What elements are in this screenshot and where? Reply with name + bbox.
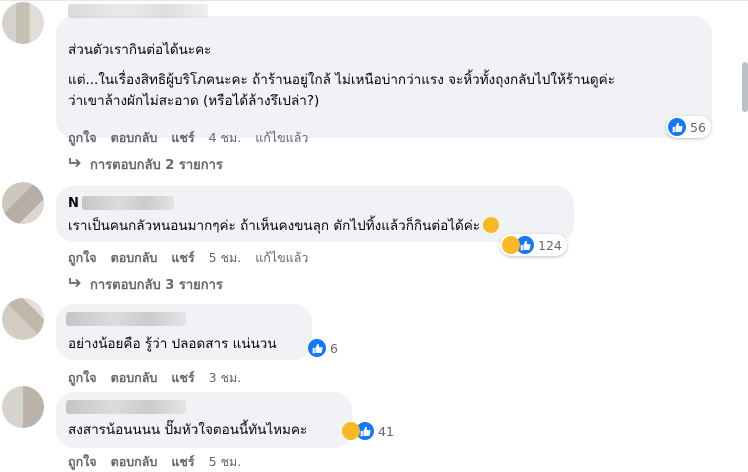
- top-divider: [0, 0, 748, 1]
- author-name-blurred[interactable]: [68, 4, 208, 18]
- timestamp[interactable]: 3 ชม.: [209, 368, 242, 388]
- reaction-summary[interactable]: 41: [340, 420, 399, 442]
- timestamp[interactable]: 5 ชม.: [209, 452, 242, 472]
- reaction-count: 41: [378, 423, 394, 439]
- like-link[interactable]: ถูกใจ: [68, 368, 97, 388]
- comment-actions: ถูกใจ ตอบกลับ แชร์ 3 ชม.: [68, 368, 255, 388]
- replies-label: การตอบกลับ 3 รายการ: [90, 278, 223, 293]
- reaction-summary[interactable]: 56: [666, 116, 711, 138]
- comment-text-line: ส่วนตัวเรากินต่อได้นะคะ: [68, 42, 212, 58]
- like-link[interactable]: ถูกใจ: [68, 452, 97, 472]
- comment-bubble: ส่วนตัวเรากินต่อได้นะคะ แต่...ในเรื่องสิ…: [56, 4, 712, 138]
- avatar[interactable]: [2, 386, 44, 428]
- reply-arrow-icon: [68, 157, 82, 173]
- comment-actions: ถูกใจ ตอบกลับ แชร์ 5 ชม.: [68, 452, 255, 472]
- timestamp[interactable]: 5 ชม.: [209, 248, 242, 268]
- comment-text: เราเป็นคนกลัวหนอนมากๆค่ะ ถ้าเห็นคงขนลุก …: [68, 218, 481, 234]
- share-link[interactable]: แชร์: [171, 368, 194, 388]
- scrollbar-thumb[interactable]: [742, 62, 748, 112]
- view-replies-link[interactable]: การตอบกลับ 2 รายการ: [68, 154, 223, 175]
- reaction-count: 56: [690, 119, 706, 135]
- like-link[interactable]: ถูกใจ: [68, 128, 97, 148]
- laughing-face-icon: [483, 217, 500, 233]
- reply-arrow-icon: [68, 277, 82, 293]
- comment-text-line: เราเป็นคนกลัวหนอนมากๆค่ะ ถ้าเห็นคงขนลุก …: [68, 216, 500, 237]
- reaction-summary[interactable]: 6: [306, 337, 343, 359]
- laughing-face-icon: [342, 422, 360, 440]
- share-link[interactable]: แชร์: [171, 128, 194, 148]
- share-link[interactable]: แชร์: [171, 248, 194, 268]
- avatar[interactable]: [2, 2, 44, 44]
- timestamp[interactable]: 4 ชม.: [209, 128, 242, 148]
- author-name-initial[interactable]: N: [68, 196, 79, 211]
- author-name-blurred[interactable]: [66, 312, 186, 326]
- author-name-blurred[interactable]: [82, 196, 174, 210]
- reply-link[interactable]: ตอบกลับ: [111, 452, 158, 472]
- view-replies-link[interactable]: การตอบกลับ 3 รายการ: [68, 274, 223, 295]
- reply-link[interactable]: ตอบกลับ: [111, 128, 158, 148]
- comment-bubble: N เราเป็นคนกลัวหนอนมากๆค่ะ ถ้าเห็นคงขนลุ…: [56, 186, 574, 242]
- reply-link[interactable]: ตอบกลับ: [111, 248, 158, 268]
- comment-text-line: สงสารน้อนนนน ปั๊มหัวใจตอนนี้ทันไหมคะ: [68, 422, 308, 438]
- reaction-count: 6: [330, 340, 338, 356]
- comment-actions: ถูกใจ ตอบกลับ แชร์ 4 ชม. แก้ไขแล้ว: [68, 128, 322, 148]
- author-name-blurred[interactable]: [66, 400, 186, 414]
- comment-text-line: อย่างน้อยคือ รู้ว่า ปลอดสาร แน่นวน: [68, 336, 277, 352]
- avatar[interactable]: [2, 182, 44, 224]
- thumbs-up-icon: [308, 339, 326, 357]
- edited-label[interactable]: แก้ไขแล้ว: [255, 128, 308, 148]
- replies-label: การตอบกลับ 2 รายการ: [90, 158, 223, 173]
- share-link[interactable]: แชร์: [171, 452, 194, 472]
- edited-label[interactable]: แก้ไขแล้ว: [255, 248, 308, 268]
- comment-bubble: สงสารน้อนนนน ปั๊มหัวใจตอนนี้ทันไหมคะ: [56, 392, 352, 448]
- like-link[interactable]: ถูกใจ: [68, 248, 97, 268]
- reaction-count: 124: [538, 237, 562, 253]
- comment-text-line: แต่...ในเรื่องสิทธิผู้บริโภคนะคะ ถ้าร้าน…: [68, 72, 615, 88]
- comment-text-line: ว่าเขาล้างผักไม่สะอาด (หรือได้ล้างรึเปล่…: [68, 93, 320, 109]
- comment-actions: ถูกใจ ตอบกลับ แชร์ 5 ชม. แก้ไขแล้ว: [68, 248, 322, 268]
- reaction-summary[interactable]: 124: [500, 234, 567, 256]
- thumbs-up-icon: [668, 118, 686, 136]
- reply-link[interactable]: ตอบกลับ: [111, 368, 158, 388]
- comment-bubble: อย่างน้อยคือ รู้ว่า ปลอดสาร แน่นวน: [56, 304, 312, 360]
- laughing-face-icon: [502, 236, 520, 254]
- avatar[interactable]: [2, 298, 44, 340]
